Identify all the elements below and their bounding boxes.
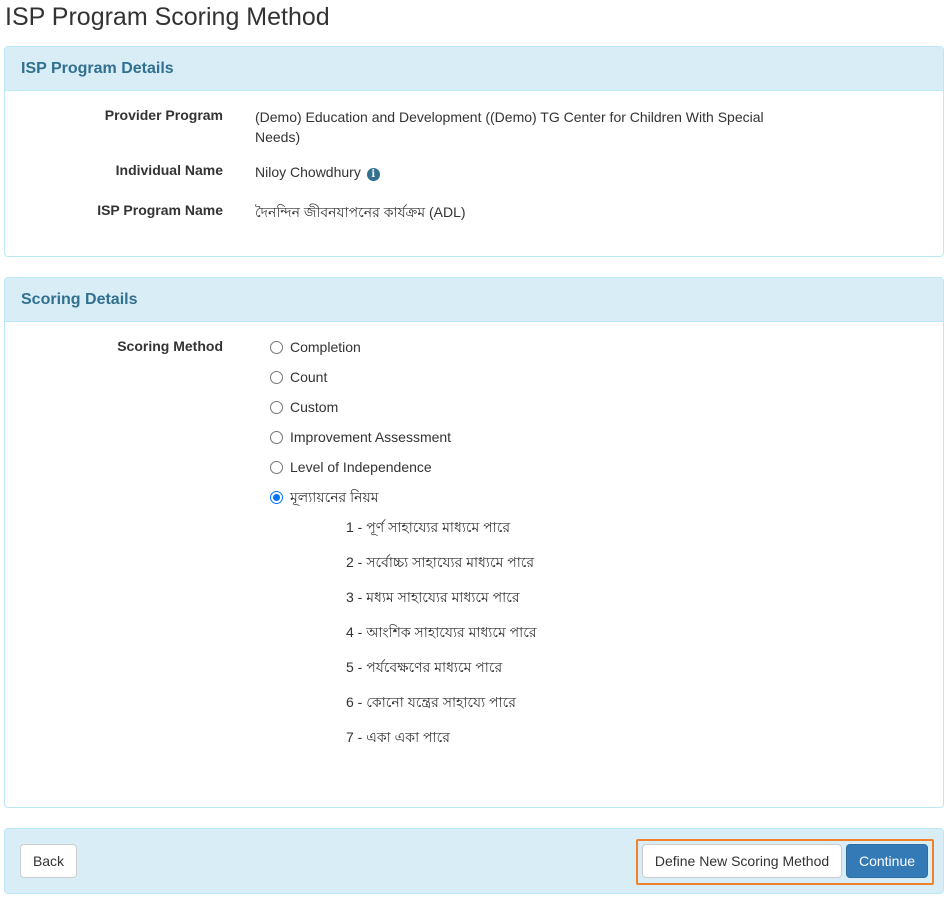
isp-program-name-label: ISP Program Name [97, 202, 223, 218]
radio-label: Completion [290, 339, 361, 355]
provider-program-label: Provider Program [104, 107, 223, 123]
radio-button[interactable] [270, 400, 283, 414]
panel-heading-isp: ISP Program Details [5, 47, 943, 91]
provider-program-value: (Demo) Education and Development ((Demo)… [255, 109, 764, 145]
radio-label: মূল্যায়নের নিয়ম [290, 489, 379, 505]
individual-name-value: Niloy Chowdhury [255, 164, 361, 180]
individual-name-label: Individual Name [115, 162, 223, 178]
info-circle-icon[interactable]: i [366, 168, 380, 181]
radio-option-count[interactable]: Count [270, 367, 327, 387]
isp-program-details-panel: ISP Program Details Provider Program (De… [4, 46, 944, 257]
radio-label: Level of Independence [290, 459, 432, 475]
radio-label: Improvement Assessment [290, 429, 452, 445]
radio-label: Count [290, 369, 328, 385]
isp-program-name-value: দৈনন্দিন জীবনযাপনের কার্যক্রম (ADL) [255, 204, 466, 220]
continue-button[interactable]: Continue [846, 844, 928, 878]
level-item: 3 - মধ্যম সাহায্যের মাধ্যমে পারে [346, 589, 520, 605]
level-item: 7 - একা একা পারে [346, 729, 450, 745]
define-new-scoring-method-button[interactable]: Define New Scoring Method [642, 844, 842, 878]
panel-heading-scoring: Scoring Details [5, 278, 943, 322]
radio-button[interactable] [270, 370, 283, 384]
back-button[interactable]: Back [20, 844, 77, 878]
radio-option-custom[interactable]: Custom [270, 397, 338, 417]
level-item: 5 - পর্যবেক্ষণের মাধ্যমে পারে [346, 659, 503, 675]
level-item: 6 - কোনো যন্ত্রের সাহায্যে পারে [346, 694, 516, 710]
radio-button[interactable] [270, 430, 283, 444]
page-title: ISP Program Scoring Method [5, 3, 330, 31]
radio-option-completion[interactable]: Completion [270, 337, 361, 357]
individual-name-wrap: Niloy Chowdhury i [255, 162, 795, 182]
level-item: 4 - আংশিক সাহায্যের মাধ্যমে পারে [346, 624, 537, 640]
radio-option-custom-bengali[interactable]: মূল্যায়নের নিয়ম [270, 487, 379, 507]
radio-button[interactable] [270, 460, 283, 474]
level-item: 2 - সর্বোচ্চ্য সাহায্যের মাধ্যমে পারে [346, 554, 535, 570]
radio-option-level-of-independence[interactable]: Level of Independence [270, 457, 432, 477]
radio-option-improvement-assessment[interactable]: Improvement Assessment [270, 427, 451, 447]
radio-button[interactable] [270, 340, 283, 354]
scoring-details-panel: Scoring Details Scoring Method Completio… [4, 277, 944, 808]
radio-label: Custom [290, 399, 339, 415]
scoring-method-label: Scoring Method [117, 338, 223, 354]
radio-button-selected[interactable] [270, 490, 283, 504]
level-item: 1 - পূর্ণ সাহায্যের মাধ্যমে পারে [346, 519, 511, 535]
